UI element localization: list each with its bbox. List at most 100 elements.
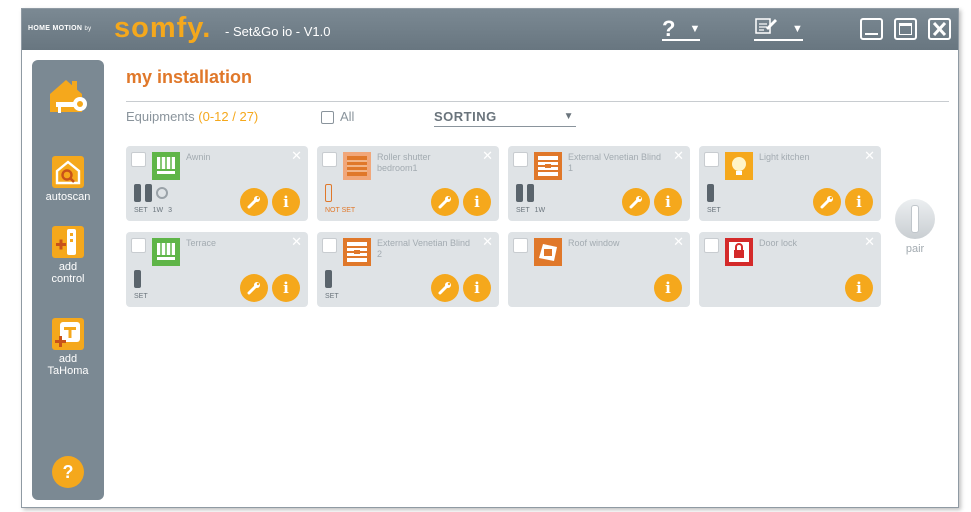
settings-menu-underline bbox=[754, 39, 803, 41]
equipment-card[interactable]: ✕ External Venetian Blind 2 SET i bbox=[317, 232, 499, 307]
remote-icon bbox=[325, 270, 332, 288]
pair-label: pair bbox=[905, 243, 925, 255]
info-button[interactable]: i bbox=[654, 274, 682, 302]
wrench-button[interactable] bbox=[622, 188, 650, 216]
sidebar-item-autoscan[interactable]: autoscan bbox=[32, 156, 104, 203]
chevron-down-icon: ▼ bbox=[689, 23, 701, 35]
sidebar-item-home[interactable] bbox=[32, 72, 104, 127]
status-label: SET bbox=[134, 293, 148, 300]
equipment-card[interactable]: ✕ External Venetian Blind 1 SET 1W i bbox=[508, 146, 690, 221]
sorting-dropdown[interactable]: SORTING ▼ bbox=[434, 109, 576, 127]
status-label: SET bbox=[325, 293, 339, 300]
page-title: my installation bbox=[126, 67, 253, 87]
card-checkbox[interactable] bbox=[704, 152, 719, 167]
card-status: SET bbox=[707, 184, 721, 216]
status-label: 1W bbox=[534, 207, 546, 214]
card-checkbox[interactable] bbox=[131, 152, 146, 167]
venetian-blind-icon bbox=[534, 152, 562, 180]
card-name: Light kitchen bbox=[759, 152, 810, 162]
info-button[interactable]: i bbox=[845, 274, 873, 302]
somfy-logo: somfy. bbox=[114, 12, 212, 44]
equipment-card[interactable]: ✕ Terrace SET i bbox=[126, 232, 308, 307]
close-icon[interactable]: ✕ bbox=[673, 234, 684, 250]
card-name: Roof window bbox=[568, 238, 620, 248]
close-button[interactable] bbox=[928, 18, 951, 40]
title-bar: HOME MOTION by somfy. - Set&Go io - V1.0… bbox=[22, 9, 958, 50]
door-lock-icon bbox=[725, 238, 753, 266]
card-status: SET 1W 3 bbox=[134, 184, 172, 216]
equipment-card[interactable]: ✕ Awnin SET 1W 3 i bbox=[126, 146, 308, 221]
status-label: SET bbox=[516, 207, 530, 214]
info-button[interactable]: i bbox=[463, 274, 491, 302]
equipments-label: Equipments (0-12 / 27) bbox=[126, 109, 258, 124]
wrench-button[interactable] bbox=[431, 188, 459, 216]
remote-icon bbox=[516, 184, 523, 202]
info-button[interactable]: i bbox=[845, 188, 873, 216]
wrench-button[interactable] bbox=[240, 274, 268, 302]
card-checkbox[interactable] bbox=[131, 238, 146, 253]
equipment-card[interactable]: ✕ Roof window i bbox=[508, 232, 690, 307]
select-all-checkbox[interactable] bbox=[321, 111, 334, 124]
sidebar-item-add-control[interactable]: add control bbox=[32, 226, 104, 285]
pair-button[interactable]: pair bbox=[888, 199, 942, 255]
close-icon[interactable]: ✕ bbox=[673, 148, 684, 164]
info-button[interactable]: i bbox=[272, 188, 300, 216]
awning-icon bbox=[152, 238, 180, 266]
close-icon[interactable]: ✕ bbox=[291, 148, 302, 164]
close-icon[interactable]: ✕ bbox=[291, 234, 302, 250]
info-button[interactable]: i bbox=[463, 188, 491, 216]
roof-window-icon bbox=[534, 238, 562, 266]
remote-icon bbox=[134, 270, 141, 288]
chevron-down-icon: ▼ bbox=[792, 23, 803, 35]
minimize-icon bbox=[865, 33, 878, 35]
equipment-card[interactable]: ✕ Light kitchen SET i bbox=[699, 146, 881, 221]
maximize-icon bbox=[899, 23, 912, 35]
select-all-label: All bbox=[340, 109, 355, 124]
brand-prefix: HOME MOTION by bbox=[28, 25, 91, 32]
close-icon[interactable]: ✕ bbox=[482, 148, 493, 164]
sidebar-item-label: add control bbox=[51, 261, 85, 285]
wrench-button[interactable] bbox=[813, 188, 841, 216]
status-label: 1W bbox=[152, 207, 164, 214]
status-label: NOT SET bbox=[325, 207, 356, 214]
status-label: SET bbox=[134, 207, 148, 214]
card-checkbox[interactable] bbox=[513, 238, 528, 253]
remote-pair-icon bbox=[895, 199, 935, 239]
help-menu[interactable]: ? ▼ bbox=[662, 15, 701, 43]
roller-shutter-icon bbox=[343, 152, 371, 180]
status-label: SET bbox=[707, 207, 721, 214]
close-icon[interactable]: ✕ bbox=[482, 234, 493, 250]
card-checkbox[interactable] bbox=[322, 238, 337, 253]
sidebar-item-label: add TaHoma bbox=[47, 353, 89, 377]
info-button[interactable]: i bbox=[654, 188, 682, 216]
card-checkbox[interactable] bbox=[513, 152, 528, 167]
close-icon[interactable]: ✕ bbox=[864, 148, 875, 164]
light-icon bbox=[725, 152, 753, 180]
card-name: External Venetian Blind 1 bbox=[568, 152, 662, 173]
equipment-card[interactable]: ✕ Roller shutter bedroom1 NOT SET i bbox=[317, 146, 499, 221]
wrench-button[interactable] bbox=[240, 188, 268, 216]
info-button[interactable]: i bbox=[272, 274, 300, 302]
help-button[interactable]: ? bbox=[52, 456, 84, 488]
card-name: Terrace bbox=[186, 238, 217, 248]
sidebar-item-label: autoscan bbox=[45, 191, 91, 203]
equipments-count: (0-12 / 27) bbox=[198, 109, 259, 124]
sorting-label: SORTING bbox=[434, 109, 497, 124]
maximize-button[interactable] bbox=[894, 18, 917, 40]
card-name: External Venetian Blind 2 bbox=[377, 238, 471, 259]
autoscan-icon bbox=[52, 156, 84, 188]
card-status: SET bbox=[134, 270, 148, 302]
sidebar-item-add-tahoma[interactable]: add TaHoma bbox=[32, 318, 104, 377]
remote-not-set-icon bbox=[325, 184, 332, 202]
remote-icon bbox=[145, 184, 152, 202]
equipment-card[interactable]: ✕ Door lock i bbox=[699, 232, 881, 307]
close-icon[interactable]: ✕ bbox=[864, 234, 875, 250]
wrench-button[interactable] bbox=[431, 274, 459, 302]
card-checkbox[interactable] bbox=[322, 152, 337, 167]
minimize-button[interactable] bbox=[860, 18, 883, 40]
card-checkbox[interactable] bbox=[704, 238, 719, 253]
add-control-icon bbox=[52, 226, 84, 258]
settings-menu[interactable]: ▼ bbox=[754, 15, 803, 43]
app-title: - Set&Go io - V1.0 bbox=[225, 24, 331, 39]
card-status: NOT SET bbox=[325, 184, 355, 216]
